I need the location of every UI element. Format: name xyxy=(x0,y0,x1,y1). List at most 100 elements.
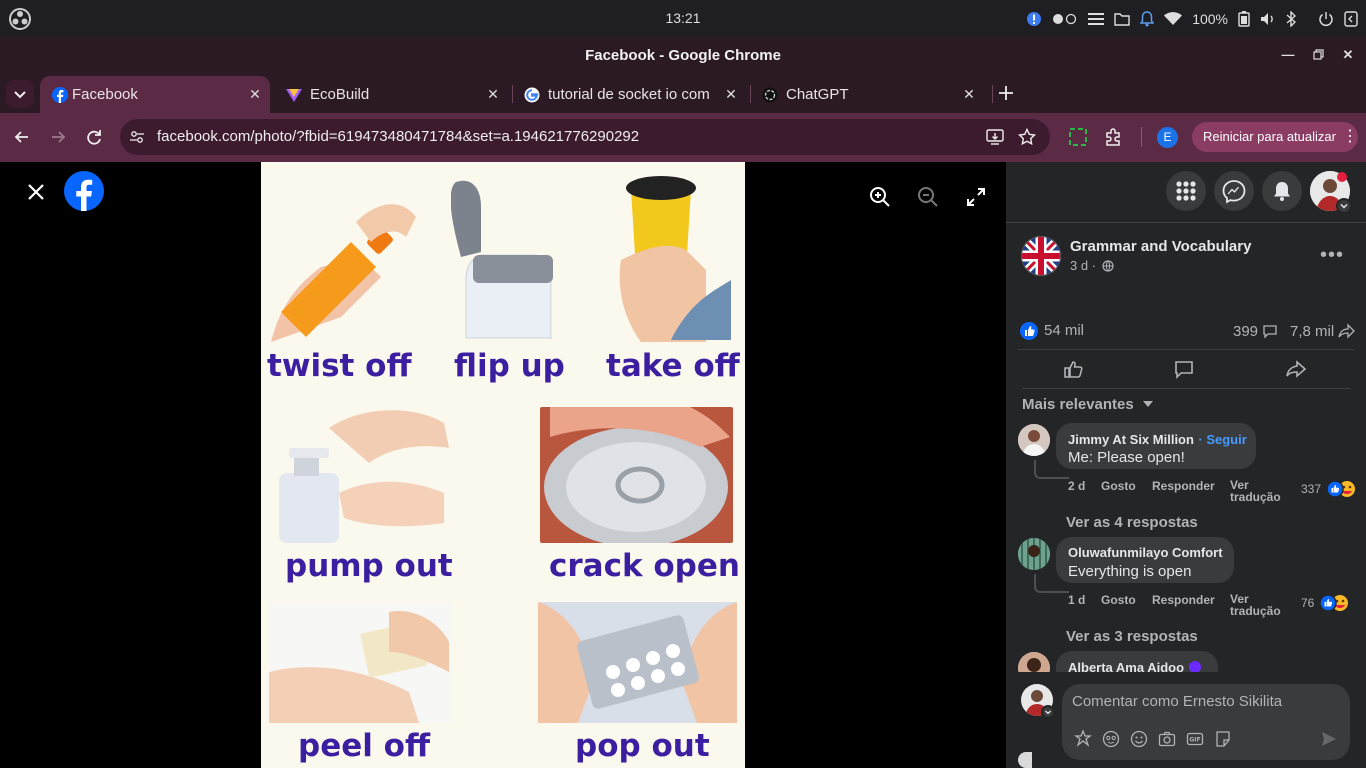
view-replies-link[interactable]: Ver as 3 respostas xyxy=(1066,628,1198,645)
account-chevron-icon[interactable] xyxy=(1336,198,1352,214)
battery-label[interactable]: 100% xyxy=(1192,11,1228,27)
restore-button[interactable] xyxy=(1309,46,1327,64)
battery-icon[interactable] xyxy=(1238,10,1250,27)
minimize-button[interactable]: — xyxy=(1279,46,1297,64)
alert-icon[interactable] xyxy=(1026,11,1042,27)
view-replies-link[interactable]: Ver as 4 respostas xyxy=(1066,514,1198,531)
toolbar-divider xyxy=(1141,127,1142,147)
reply-thread-line xyxy=(1034,574,1069,593)
install-app-icon[interactable] xyxy=(986,128,1004,146)
extensions-puzzle-icon[interactable] xyxy=(1104,127,1124,147)
fullscreen-button[interactable] xyxy=(965,186,987,208)
volume-icon[interactable] xyxy=(1260,12,1276,26)
comment-time[interactable]: 1 d xyxy=(1068,593,1085,607)
os-top-bar: 13:21 100% xyxy=(0,0,1366,37)
tab-close-icon[interactable]: ✕ xyxy=(722,85,740,103)
window-title-bar: Facebook - Google Chrome — ✕ xyxy=(0,37,1366,73)
sidebar-toggle-icon[interactable] xyxy=(1344,10,1358,27)
menu-button[interactable] xyxy=(1166,171,1206,211)
comment-like-link[interactable]: Gosto xyxy=(1101,593,1136,607)
panel-header xyxy=(1006,162,1366,222)
site-info-icon[interactable] xyxy=(129,129,145,145)
tab-close-icon[interactable]: ✕ xyxy=(246,85,264,103)
comment-like-link[interactable]: Gosto xyxy=(1101,479,1136,493)
comment-translate-link[interactable]: Ver tradução xyxy=(1230,593,1286,617)
tab-ecobuild[interactable]: EcoBuild ✕ xyxy=(274,76,506,113)
tab-facebook[interactable]: Facebook ✕ xyxy=(40,76,270,113)
folder-icon[interactable] xyxy=(1114,12,1130,26)
tab-search-button[interactable] xyxy=(6,80,34,108)
reactions-count[interactable]: 54 mil xyxy=(1044,322,1084,339)
tab-google-search[interactable]: tutorial de socket io com ✕ xyxy=(512,76,744,113)
comment-reaction-count[interactable]: 76 xyxy=(1301,596,1314,610)
comment-time[interactable]: 2 d xyxy=(1068,479,1085,493)
wifi-icon[interactable] xyxy=(1164,11,1183,26)
new-tab-button[interactable] xyxy=(996,83,1016,103)
composer-avatar-chevron-icon[interactable] xyxy=(1041,705,1055,719)
address-bar[interactable]: facebook.com/photo/?fbid=619473480471784… xyxy=(120,119,1050,155)
commenter-avatar[interactable] xyxy=(1018,424,1050,456)
bluetooth-icon[interactable] xyxy=(1286,10,1296,27)
post-options-icon[interactable]: ••• xyxy=(1320,244,1344,267)
tab-chatgpt[interactable]: ChatGPT ✕ xyxy=(750,76,986,113)
send-comment-button[interactable] xyxy=(1320,730,1338,748)
close-viewer-button[interactable] xyxy=(24,180,48,204)
flip-up-illustration xyxy=(451,180,561,340)
tab-close-icon[interactable]: ✕ xyxy=(484,85,502,103)
tab-close-icon[interactable]: ✕ xyxy=(960,85,978,103)
more-menu-icon[interactable]: ⋮ xyxy=(1342,122,1358,152)
smile-sticker-icon[interactable] xyxy=(1102,730,1120,748)
camera-icon[interactable] xyxy=(1158,730,1176,748)
emoji-icon[interactable] xyxy=(1130,730,1148,748)
window-close-button[interactable]: ✕ xyxy=(1339,46,1357,64)
like-reaction-icon xyxy=(1020,322,1038,340)
extension-green-icon[interactable] xyxy=(1068,127,1088,147)
page-avatar-uk-flag[interactable] xyxy=(1021,236,1061,276)
shares-count[interactable]: 7,8 mil xyxy=(1290,323,1356,340)
gif-icon[interactable]: GIF xyxy=(1186,730,1204,748)
notification-bell-icon[interactable] xyxy=(1140,10,1155,27)
reload-button[interactable] xyxy=(84,127,104,147)
share-button[interactable] xyxy=(1244,355,1348,383)
page-name[interactable]: Grammar and Vocabulary xyxy=(1070,238,1251,255)
comment-author[interactable]: Alberta Ama Aidoo xyxy=(1068,660,1184,672)
bookmark-star-icon[interactable] xyxy=(1018,128,1036,146)
post-photo[interactable]: twist off flip up take off pump out crac… xyxy=(261,162,745,768)
messenger-button[interactable] xyxy=(1214,171,1254,211)
avatar-sticker-icon[interactable] xyxy=(1074,730,1092,748)
panel-divider xyxy=(1006,222,1366,223)
commenter-avatar[interactable] xyxy=(1018,652,1050,672)
sticker-icon[interactable] xyxy=(1214,730,1232,748)
profile-avatar[interactable]: E xyxy=(1157,127,1178,148)
comment-input[interactable]: Comentar como Ernesto Sikilita GIF xyxy=(1062,684,1350,760)
comment-reactions-icon[interactable] xyxy=(1326,480,1358,498)
commenter-avatar[interactable] xyxy=(1018,538,1050,570)
notifications-button[interactable] xyxy=(1262,171,1302,211)
comment-sort-dropdown[interactable]: Mais relevantes xyxy=(1022,396,1154,413)
comment-translate-link[interactable]: Ver tradução xyxy=(1230,479,1286,503)
twist-off-illustration xyxy=(261,182,426,342)
comment-author[interactable]: Jimmy At Six Million xyxy=(1068,432,1194,447)
list-icon[interactable] xyxy=(1088,12,1105,26)
comment-reply-link[interactable]: Responder xyxy=(1152,593,1215,607)
comment-author[interactable]: Oluwafunmilayo Comfort xyxy=(1068,545,1223,560)
pump-out-illustration xyxy=(269,408,451,543)
comment-button[interactable] xyxy=(1132,355,1236,383)
power-icon[interactable] xyxy=(1318,11,1334,27)
post-time[interactable]: 3 d · xyxy=(1070,258,1096,273)
browser-toolbar: facebook.com/photo/?fbid=619473480471784… xyxy=(0,113,1366,162)
comment-reply-link[interactable]: Responder xyxy=(1152,479,1215,493)
comment-reactions-icon[interactable] xyxy=(1319,594,1351,612)
follow-link[interactable]: · Seguir xyxy=(1198,432,1246,447)
back-button[interactable] xyxy=(12,127,32,147)
url-text[interactable]: facebook.com/photo/?fbid=619473480471784… xyxy=(157,128,639,145)
comment-reaction-count[interactable]: 337 xyxy=(1301,482,1321,496)
zoom-out-button[interactable] xyxy=(916,185,940,209)
forward-button[interactable] xyxy=(48,127,68,147)
facebook-logo-icon[interactable] xyxy=(64,171,104,211)
restart-to-update-button[interactable]: Reiniciar para atualizar ⋮ xyxy=(1192,122,1358,152)
workspace-indicator-icon[interactable] xyxy=(1052,13,1078,25)
zoom-in-button[interactable] xyxy=(868,185,892,209)
like-button[interactable] xyxy=(1022,355,1126,383)
comments-count[interactable]: 399 xyxy=(1233,323,1278,340)
